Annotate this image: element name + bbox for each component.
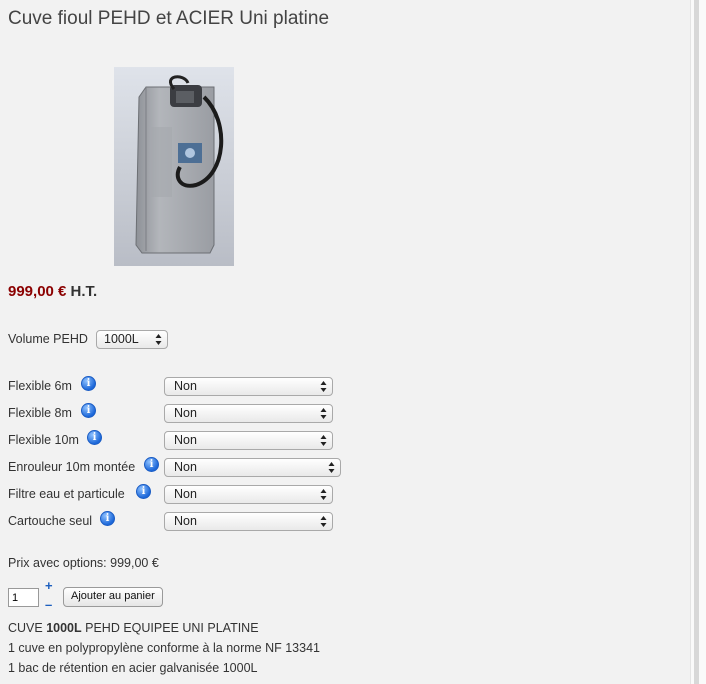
info-icon[interactable]: i xyxy=(144,457,159,472)
description-text: PEHD EQUIPEE UNI PLATINE xyxy=(81,621,259,635)
price-suffix: H.T. xyxy=(66,283,98,300)
option-selected-value: Non xyxy=(174,433,197,447)
option-selected-value: Non xyxy=(174,379,197,393)
quantity-increase-button[interactable]: + xyxy=(45,579,53,592)
option-select-flexible-10m[interactable]: Non xyxy=(164,431,333,450)
volume-label: Volume PEHD xyxy=(8,332,88,346)
quantity-input[interactable] xyxy=(8,588,39,607)
updown-arrows-icon xyxy=(320,489,327,500)
option-selected-value: Non xyxy=(174,460,197,474)
volume-selected-value: 1000L xyxy=(104,332,139,346)
option-label-cartouche: Cartouche seul xyxy=(8,514,93,528)
fuel-tank-image xyxy=(114,67,234,266)
updown-arrows-icon xyxy=(328,462,335,473)
product-page: Cuve fioul PEHD et ACIER Uni platine 999… xyxy=(0,0,690,684)
info-icon[interactable]: i xyxy=(136,484,151,499)
description-line-1: CUVE 1000L PEHD EQUIPEE UNI PLATINE xyxy=(8,621,259,635)
option-select-filtre[interactable]: Non xyxy=(164,485,333,504)
description-bold: 1000L xyxy=(46,621,82,635)
updown-arrows-icon xyxy=(320,435,327,446)
updown-arrows-icon xyxy=(320,381,327,392)
description-text: CUVE xyxy=(8,621,47,635)
product-price: 999,00 € H.T. xyxy=(8,283,97,300)
product-image xyxy=(114,67,234,266)
option-selected-value: Non xyxy=(174,514,197,528)
option-label-flexible-8m: Flexible 8m xyxy=(8,406,72,420)
scrollbar[interactable] xyxy=(690,0,706,684)
option-label-filtre: Filtre eau et particule xyxy=(8,487,125,501)
option-select-flexible-8m[interactable]: Non xyxy=(164,404,333,423)
info-icon[interactable]: i xyxy=(87,430,102,445)
info-icon[interactable]: i xyxy=(81,376,96,391)
quantity-decrease-button[interactable]: – xyxy=(45,598,52,611)
volume-select[interactable]: 1000L xyxy=(96,330,168,349)
option-selected-value: Non xyxy=(174,487,197,501)
price-with-options: Prix avec options: 999,00 € xyxy=(8,556,159,570)
option-label-enrouleur-10m: Enrouleur 10m montée xyxy=(8,460,136,474)
info-icon[interactable]: i xyxy=(81,403,96,418)
scrollbar-thumb[interactable] xyxy=(694,0,699,684)
option-select-enrouleur-10m[interactable]: Non xyxy=(164,458,341,477)
option-select-flexible-6m[interactable]: Non xyxy=(164,377,333,396)
updown-arrows-icon xyxy=(320,408,327,419)
updown-arrows-icon xyxy=(320,516,327,527)
info-icon[interactable]: i xyxy=(100,511,115,526)
option-label-flexible-6m: Flexible 6m xyxy=(8,379,72,393)
page-title: Cuve fioul PEHD et ACIER Uni platine xyxy=(8,8,330,29)
option-select-cartouche[interactable]: Non xyxy=(164,512,333,531)
price-amount: 999,00 € xyxy=(8,283,67,300)
description-line-2: 1 cuve en polypropylène conforme à la no… xyxy=(8,641,320,655)
option-selected-value: Non xyxy=(174,406,197,420)
description-line-3: 1 bac de rétention en acier galvanisée 1… xyxy=(8,661,258,675)
option-label-flexible-10m: Flexible 10m xyxy=(8,433,79,447)
updown-arrows-icon xyxy=(155,334,162,345)
add-to-cart-button[interactable]: Ajouter au panier xyxy=(63,587,163,607)
